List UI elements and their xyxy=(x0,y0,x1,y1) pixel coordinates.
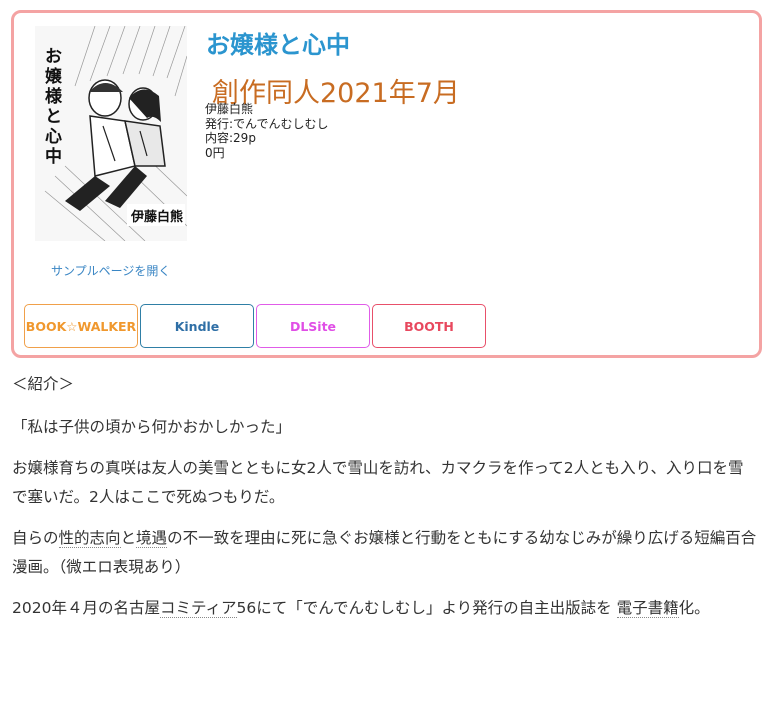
description-heading: ＜紹介＞ xyxy=(12,375,75,393)
svg-text:中: 中 xyxy=(45,146,62,167)
svg-text:と: と xyxy=(45,107,62,127)
svg-text:お: お xyxy=(45,47,62,67)
keyword-link[interactable]: コミティア xyxy=(159,599,237,618)
cover-image[interactable]: お 嬢 様 と 心 中 伊藤白熊 xyxy=(35,26,187,241)
description-quote: 「私は子供の頃から何かおかしかった」 xyxy=(12,418,292,436)
keyword-link[interactable]: 電子書籍 xyxy=(616,599,679,618)
keyword-link[interactable]: 境遇 xyxy=(136,529,168,548)
description-paragraph: お嬢様育ちの真咲は友人の美雪とともに女2人で雪山を訪れ、カマクラを作って2人とも… xyxy=(12,459,744,506)
product-title[interactable]: お嬢様と心中 xyxy=(206,25,350,60)
booth-button[interactable]: BOOTH xyxy=(372,304,486,348)
cover-title: お 嬢 様 と 心 中 xyxy=(45,47,63,167)
publisher-text: 発行:でんでんむしむし xyxy=(205,116,329,131)
description: ＜紹介＞ 「私は子供の頃から何かおかしかった」 お嬢様育ちの真咲は友人の美雪とと… xyxy=(12,370,757,635)
text-span: 自らの xyxy=(12,529,59,547)
product-card: お 嬢 様 と 心 中 伊藤白熊 サンプルページを開く お嬢様と心中 創作同人2… xyxy=(11,10,762,358)
description-paragraph: 自らの性的志向と境遇の不一致を理由に死に急ぐお嬢様と行動をともにする幼なじみが繰… xyxy=(12,524,757,582)
svg-text:嬢: 嬢 xyxy=(45,66,63,87)
text-span: 56にて「でんでんむしむし」より発行の自主出版誌を xyxy=(236,599,617,617)
cover-illustration: お 嬢 様 と 心 中 伊藤白熊 xyxy=(35,26,187,241)
text-span: 化。 xyxy=(678,599,710,617)
description-paragraph: 2020年４月の名古屋コミティア56にて「でんでんむしむし」より発行の自主出版誌… xyxy=(12,594,757,623)
bookwalker-button[interactable]: BOOK☆WALKER xyxy=(24,304,138,348)
author-text: 伊藤白熊 xyxy=(205,102,254,116)
sample-page-link[interactable]: サンプルページを開く xyxy=(51,262,170,279)
svg-text:心: 心 xyxy=(45,127,62,147)
keyword-link[interactable]: 性的志向 xyxy=(58,529,121,548)
price-text: 0円 xyxy=(205,145,225,160)
text-span: と xyxy=(120,529,137,547)
svg-text:様: 様 xyxy=(45,86,63,107)
dlsite-button[interactable]: DLSite xyxy=(256,304,370,348)
cover-author: 伊藤白熊 xyxy=(130,209,183,225)
pages-text: 内容:29p xyxy=(205,131,256,145)
kindle-button[interactable]: Kindle xyxy=(140,304,254,348)
text-span: 2020年４月の名古屋 xyxy=(12,599,160,617)
product-meta: 伊藤白熊 発行:でんでんむしむし 内容:29p 0円 xyxy=(205,102,328,160)
